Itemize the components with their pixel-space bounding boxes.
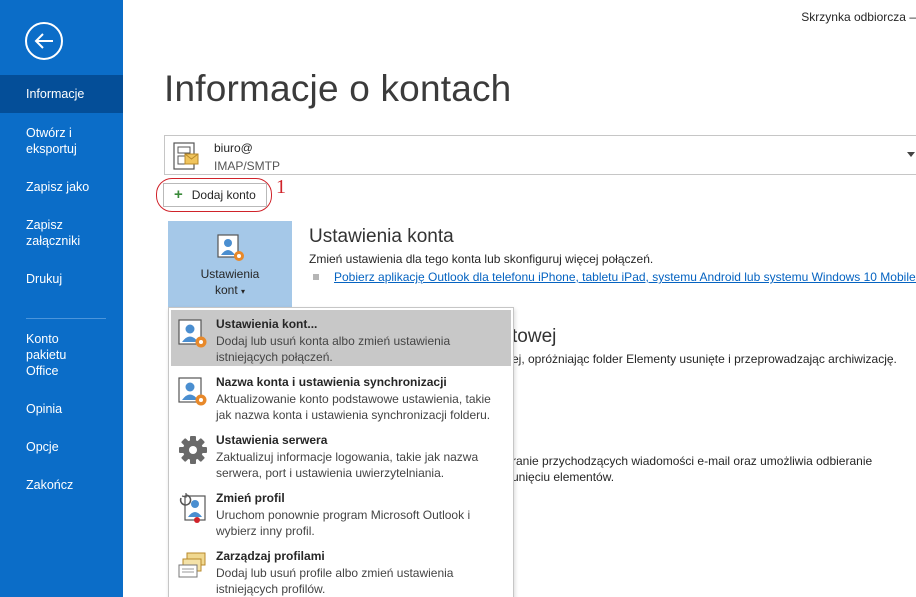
menu-item-description: Dodaj lub usuń konta albo zmień ustawien… bbox=[216, 334, 451, 364]
dropdown-arrow-icon bbox=[907, 152, 915, 157]
add-account-button[interactable]: + Dodaj konto bbox=[163, 183, 267, 207]
add-account-label: Dodaj konto bbox=[191, 188, 256, 202]
menu-item-description: Aktualizowanie konto podstawowe ustawien… bbox=[216, 392, 491, 422]
plus-icon: + bbox=[174, 186, 183, 203]
menu-item-description: Uruchom ponownie program Microsoft Outlo… bbox=[216, 508, 471, 538]
email-account-icon bbox=[173, 142, 199, 170]
gear-icon bbox=[179, 436, 207, 464]
menu-item-manage-profiles[interactable]: Zarządzaj profilami Dodaj lub usuń profi… bbox=[171, 542, 511, 597]
menu-item-title: Zarządzaj profilami bbox=[216, 549, 325, 563]
menu-item-title: Nazwa konta i ustawienia synchronizacji bbox=[216, 375, 447, 389]
account-settings-icon bbox=[217, 234, 244, 261]
menu-item-title: Ustawienia serwera bbox=[216, 433, 328, 447]
sidebar-item-zakoncz[interactable]: Zakończ bbox=[0, 477, 123, 493]
account-settings-icon bbox=[178, 319, 207, 348]
sidebar-item-otworz-eksportuj[interactable]: Otwórz i eksportuj bbox=[0, 125, 100, 157]
mailbox-settings-title-fragment: towej bbox=[512, 326, 557, 347]
account-email: biuro@ bbox=[214, 141, 253, 155]
outlook-backstage: Informacje Otwórz i eksportuj Zapisz jak… bbox=[0, 0, 916, 597]
sidebar-item-opinia[interactable]: Opinia bbox=[0, 401, 123, 417]
annotation-marker: 1 bbox=[276, 176, 286, 198]
rules-text-fragment-1: ranie przychodzących wiadomości e-mail o… bbox=[512, 454, 873, 468]
menu-item-description: Zaktualizuj informacje logowania, takie … bbox=[216, 450, 479, 480]
account-settings-description: Zmień ustawienia dla tego konta lub skon… bbox=[309, 252, 654, 266]
menu-item-change-profile[interactable]: Zmień profil Uruchom ponownie program Mi… bbox=[171, 484, 511, 542]
sidebar-item-zapisz-zalaczniki[interactable]: Zapisz załączniki bbox=[0, 217, 100, 249]
menu-item-title: Zmień profil bbox=[216, 491, 285, 505]
account-settings-title: Ustawienia konta bbox=[309, 226, 454, 247]
sidebar-item-drukuj[interactable]: Drukuj bbox=[0, 271, 123, 287]
rules-text-fragment-2: unięciu elementów. bbox=[512, 470, 615, 484]
menu-item-title: Ustawienia kont... bbox=[216, 317, 318, 331]
menu-item-server-settings[interactable]: Ustawienia serwera Zaktualizuj informacj… bbox=[171, 426, 511, 484]
sidebar-divider bbox=[26, 318, 106, 319]
change-profile-icon bbox=[179, 493, 206, 523]
back-button[interactable] bbox=[25, 22, 63, 60]
account-selector[interactable]: biuro@ IMAP/SMTP bbox=[164, 135, 916, 175]
manage-profiles-icon bbox=[178, 552, 206, 578]
account-settings-button[interactable]: Ustawienia kont ▾ bbox=[168, 221, 292, 309]
sidebar-item-zapisz-jako[interactable]: Zapisz jako bbox=[0, 179, 123, 195]
page-title: Informacje o kontach bbox=[164, 68, 512, 109]
account-settings-button-label: Ustawienia kont ▾ bbox=[200, 267, 260, 297]
menu-item-description: Dodaj lub usuń profile albo zmień ustawi… bbox=[216, 566, 454, 596]
menu-item-account-name-sync[interactable]: Nazwa konta i ustawienia synchronizacji … bbox=[171, 368, 511, 426]
outlook-mobile-link[interactable]: Pobierz aplikację Outlook dla telefonu i… bbox=[334, 270, 916, 284]
account-type: IMAP/SMTP bbox=[214, 159, 281, 173]
account-settings-menu: Ustawienia kont... Dodaj lub usuń konta … bbox=[168, 307, 514, 597]
sidebar-item-konto-office[interactable]: Konto pakietu Office bbox=[0, 331, 88, 379]
mailbox-settings-text-fragment: ej, opróżniając folder Elementy usunięte… bbox=[512, 352, 897, 366]
sidebar-item-opcje[interactable]: Opcje bbox=[0, 439, 123, 455]
account-sync-icon bbox=[178, 377, 207, 406]
bullet-icon bbox=[313, 274, 319, 280]
window-title: Skrzynka odbiorcza – bbox=[801, 10, 916, 24]
sidebar-item-informacje[interactable]: Informacje bbox=[0, 75, 123, 113]
menu-item-account-settings[interactable]: Ustawienia kont... Dodaj lub usuń konta … bbox=[171, 310, 511, 366]
back-arrow-icon bbox=[34, 33, 53, 49]
sidebar: Informacje Otwórz i eksportuj Zapisz jak… bbox=[0, 0, 123, 597]
